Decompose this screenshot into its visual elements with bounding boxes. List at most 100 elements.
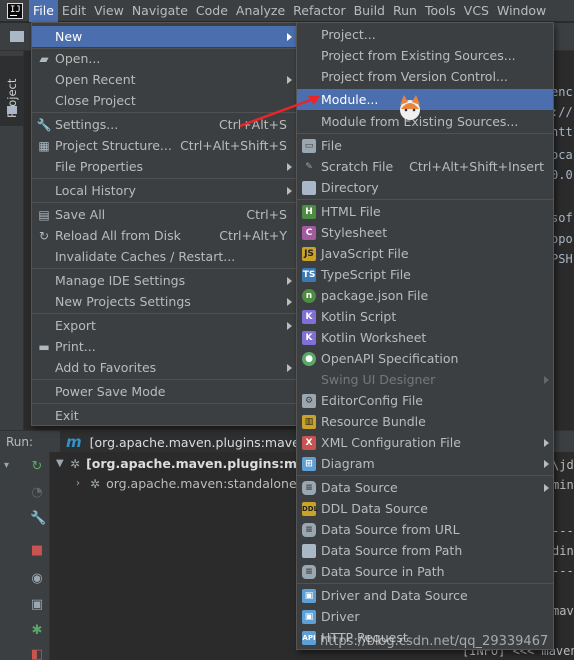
menu-item-power-save-mode[interactable]: Power Save Mode [32, 381, 296, 402]
new-item-file[interactable]: ▭ File [297, 135, 553, 156]
tree-row-child[interactable]: › ✲ org.apache.maven:standalone-p [76, 476, 309, 491]
menu-code[interactable]: Code [192, 0, 232, 22]
new-item-javascript-file[interactable]: JS JavaScript File [297, 243, 553, 264]
http-request-icon: API [302, 630, 316, 645]
menu-item-reload[interactable]: ↻ Reload All from Disk Ctrl+Alt+Y [32, 225, 296, 246]
cat-sticker-icon [400, 95, 420, 120]
new-item-driver-and-data-source[interactable]: ▣ Driver and Data Source [297, 585, 553, 606]
run-config-tab[interactable]: m [org.apache.maven.plugins:maven [60, 431, 314, 453]
menu-item-new-projects-settings[interactable]: New Projects Settings [32, 291, 296, 312]
new-item-data-source[interactable]: ≡ Data Source [297, 477, 553, 498]
new-item-scratch-file[interactable]: ✎ Scratch File Ctrl+Alt+Shift+Insert [297, 156, 553, 177]
rerun-icon[interactable]: ↻ [30, 460, 44, 474]
database-icon: ≡ [302, 522, 316, 537]
run-tab-label: [org.apache.maven.plugins:maven [89, 434, 308, 450]
new-item-kotlin-script[interactable]: K Kotlin Script [297, 306, 553, 327]
submenu-arrow-icon [287, 276, 292, 285]
maven-icon: m [66, 433, 82, 451]
nodejs-icon: n [302, 288, 316, 303]
diagram-icon: ⊞ [302, 456, 316, 471]
new-item-project[interactable]: Project... [297, 24, 553, 45]
menu-item-open-recent[interactable]: Open Recent [32, 69, 296, 90]
new-item-typescript-file[interactable]: TS TypeScript File [297, 264, 553, 285]
new-item-directory[interactable]: Directory [297, 177, 553, 198]
new-item-data-source-from-url[interactable]: ≡ Data Source from URL [297, 519, 553, 540]
new-item-ddl-data-source[interactable]: DDL DDL Data Source [297, 498, 553, 519]
new-item-html-file[interactable]: H HTML File [297, 201, 553, 222]
menu-item-project-structure[interactable]: ▦ Project Structure... Ctrl+Alt+Shift+S [32, 135, 296, 156]
new-item-diagram[interactable]: ⊞ Diagram [297, 453, 553, 474]
tree-row-root[interactable]: ▼ ✲ [org.apache.maven.plugins:maven [56, 456, 331, 471]
menu-analyze[interactable]: Analyze [232, 0, 289, 22]
stop-disabled-icon: ◔ [31, 485, 43, 500]
menu-item-add-to-favorites[interactable]: Add to Favorites [32, 357, 296, 378]
editor-line: oca [551, 148, 573, 162]
menu-view[interactable]: View [90, 0, 128, 22]
new-item-kotlin-worksheet[interactable]: K Kotlin Worksheet [297, 327, 553, 348]
menu-item-new[interactable]: New [32, 26, 296, 47]
menu-run[interactable]: Run [389, 0, 421, 22]
chevron-down-icon[interactable]: ▼ [56, 458, 70, 469]
menu-refactor[interactable]: Refactor [289, 0, 349, 22]
menu-file[interactable]: File [29, 0, 58, 22]
menu-item-label: Export [55, 318, 96, 333]
chevron-right-icon[interactable]: › [76, 478, 90, 489]
stop-icon[interactable]: ■ [30, 544, 44, 558]
menu-item-label: New [55, 29, 83, 44]
new-item-project-from-vcs[interactable]: Project from Version Control... [297, 66, 553, 87]
kotlin-icon: K [302, 330, 316, 345]
new-item-project-from-existing[interactable]: Project from Existing Sources... [297, 45, 553, 66]
bug-icon[interactable]: ✱ [30, 624, 44, 638]
menu-item-label: Module... [321, 92, 379, 107]
menu-item-save-all[interactable]: ▤ Save All Ctrl+S [32, 204, 296, 225]
eye-icon[interactable]: ◉ [30, 572, 44, 586]
new-item-module[interactable]: Module... [297, 89, 553, 110]
menu-item-label: XML Configuration File [321, 435, 461, 450]
editor-line: opo [551, 232, 573, 246]
menu-window[interactable]: Window [493, 0, 550, 22]
new-item-data-source-from-path[interactable]: Data Source from Path [297, 540, 553, 561]
js-file-icon: JS [302, 246, 316, 261]
new-item-resource-bundle[interactable]: ▥ Resource Bundle [297, 411, 553, 432]
menu-item-export[interactable]: Export [32, 315, 296, 336]
menubar: IJ File Edit View Navigate Code Analyze … [0, 0, 574, 22]
menu-navigate[interactable]: Navigate [128, 0, 192, 22]
console-line: \jd [552, 458, 574, 472]
folder-icon[interactable] [10, 31, 24, 42]
new-item-driver[interactable]: ▣ Driver [297, 606, 553, 627]
submenu-arrow-icon [287, 363, 292, 372]
separator [32, 403, 296, 404]
submenu-arrow-icon [287, 75, 292, 84]
menu-item-local-history[interactable]: Local History [32, 180, 296, 201]
menu-item-exit[interactable]: Exit [32, 405, 296, 426]
new-item-data-source-in-path[interactable]: ≡ Data Source in Path [297, 561, 553, 582]
camera-icon[interactable]: ▣ [30, 598, 44, 612]
new-item-module-from-existing[interactable]: Module from Existing Sources... [297, 111, 553, 132]
new-item-editorconfig[interactable]: ⚙ EditorConfig File [297, 390, 553, 411]
pin-icon[interactable]: ◧ [30, 648, 44, 660]
menu-item-label: JavaScript File [321, 246, 409, 261]
menu-item-label: File [321, 138, 342, 153]
new-item-openapi[interactable]: ● OpenAPI Specification [297, 348, 553, 369]
console-line: --- [552, 564, 574, 578]
new-item-package-json[interactable]: n package.json File [297, 285, 553, 306]
tree-child-label: org.apache.maven:standalone-p [106, 476, 310, 491]
menu-item-open[interactable]: ▰ Open... [32, 48, 296, 69]
menu-edit[interactable]: Edit [58, 0, 90, 22]
intellij-logo-icon[interactable]: IJ [7, 2, 23, 19]
menu-item-print[interactable]: ▬ Print... [32, 336, 296, 357]
run-label: Run: [6, 434, 34, 449]
new-item-stylesheet[interactable]: C Stylesheet [297, 222, 553, 243]
menu-build[interactable]: Build [350, 0, 389, 22]
scratch-file-icon: ✎ [305, 161, 313, 172]
xml-file-icon: X [302, 435, 316, 450]
wrench-icon[interactable]: 🔧 [30, 512, 46, 526]
collapse-icon[interactable]: ▾ [4, 460, 18, 472]
new-item-xml-configuration[interactable]: X XML Configuration File [297, 432, 553, 453]
menu-item-manage-ide-settings[interactable]: Manage IDE Settings [32, 270, 296, 291]
menu-vcs[interactable]: VCS [460, 0, 493, 22]
menu-item-invalidate-caches[interactable]: Invalidate Caches / Restart... [32, 246, 296, 267]
menu-item-file-properties[interactable]: File Properties [32, 156, 296, 177]
menu-tools[interactable]: Tools [421, 0, 460, 22]
project-tool-tab[interactable]: Project [0, 56, 24, 126]
